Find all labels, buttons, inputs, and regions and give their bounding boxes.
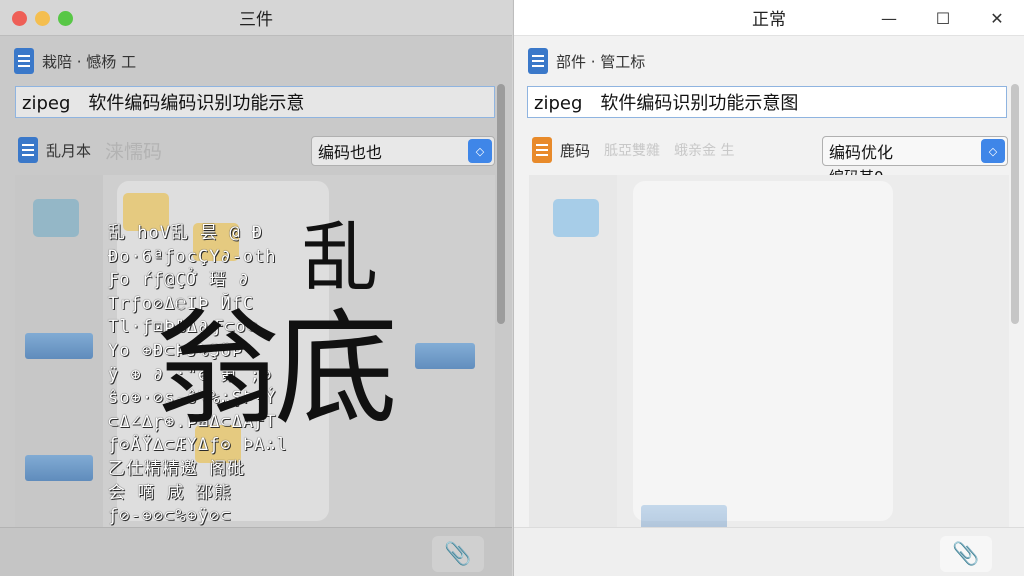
encoding-select-value: 编码也也	[318, 143, 383, 162]
blurred-bar	[25, 333, 93, 359]
encoding-select[interactable]: 编码优化 ◇	[822, 136, 1008, 166]
file-icon	[553, 199, 599, 237]
blurred-bar	[641, 505, 727, 527]
encoding-label: 鹿码	[560, 141, 591, 160]
document-icon[interactable]	[532, 137, 552, 163]
toolbar: 部件 · 管工标	[528, 46, 645, 76]
title-bar: 三件	[0, 0, 512, 36]
encoding-label: 乱月本	[46, 141, 92, 160]
close-icon[interactable]: ✕	[970, 0, 1024, 36]
address-field[interactable]: zipeg 软件编码编码识别功能示意	[15, 86, 495, 118]
minimize-dot[interactable]	[35, 11, 50, 26]
scrollbar[interactable]	[1011, 84, 1019, 324]
attach-icon[interactable]: 📎	[432, 536, 484, 572]
encoding-select-value: 编码优化	[829, 143, 894, 162]
blurred-bar	[415, 343, 475, 369]
file-icon	[33, 199, 79, 237]
scrollbar[interactable]	[497, 84, 505, 324]
document-icon[interactable]	[14, 48, 34, 74]
encoding-ghost-text: 胝亞雙雜 蛾亲金 生	[604, 143, 735, 159]
encoding-select[interactable]: 编码也也 ◇	[311, 136, 495, 166]
minimize-icon[interactable]: —	[862, 0, 916, 36]
preview-card	[633, 181, 893, 521]
window-title: 三件	[239, 10, 273, 30]
encoding-ghost-text: 涞懦码	[105, 140, 163, 163]
document-icon[interactable]	[18, 137, 38, 163]
select-arrow-icon[interactable]: ◇	[981, 139, 1005, 163]
select-arrow-icon[interactable]: ◇	[468, 139, 492, 163]
title-bar: 正常 — ☐ ✕	[514, 0, 1024, 36]
normal-window: 正常 — ☐ ✕ 部件 · 管工标 看常 zipeg 软件编码识别功能示意图 鹿…	[513, 0, 1024, 576]
toolbar-label: 栽陪 · 憾杨 工	[42, 52, 137, 71]
attach-icon[interactable]: 📎	[940, 536, 992, 572]
garbled-window: 三件 栽陪 · 憾杨 工 又显 zipeg 软件编码编码识别功能示意 乱月本 涞…	[0, 0, 512, 576]
maximize-icon[interactable]: ☐	[916, 0, 970, 36]
zoom-dot[interactable]	[58, 11, 73, 26]
toolbar: 栽陪 · 憾杨 工	[14, 46, 136, 76]
document-icon[interactable]	[528, 48, 548, 74]
window-controls: — ☐ ✕	[862, 0, 1024, 36]
preview-area	[529, 175, 1009, 527]
window-title: 正常	[752, 10, 786, 30]
encoding-row: 乱月本 涞懦码	[18, 134, 162, 166]
encoding-row: 鹿码 胝亞雙雜 蛾亲金 生	[532, 134, 734, 166]
address-field[interactable]: zipeg 软件编码识别功能示意图	[527, 86, 1007, 118]
close-dot[interactable]	[12, 11, 27, 26]
toolbar-label: 部件 · 管工标	[556, 52, 646, 71]
garbled-glyph-large: 翁底	[156, 298, 398, 442]
blurred-bar	[25, 455, 93, 481]
window-controls	[12, 11, 73, 26]
